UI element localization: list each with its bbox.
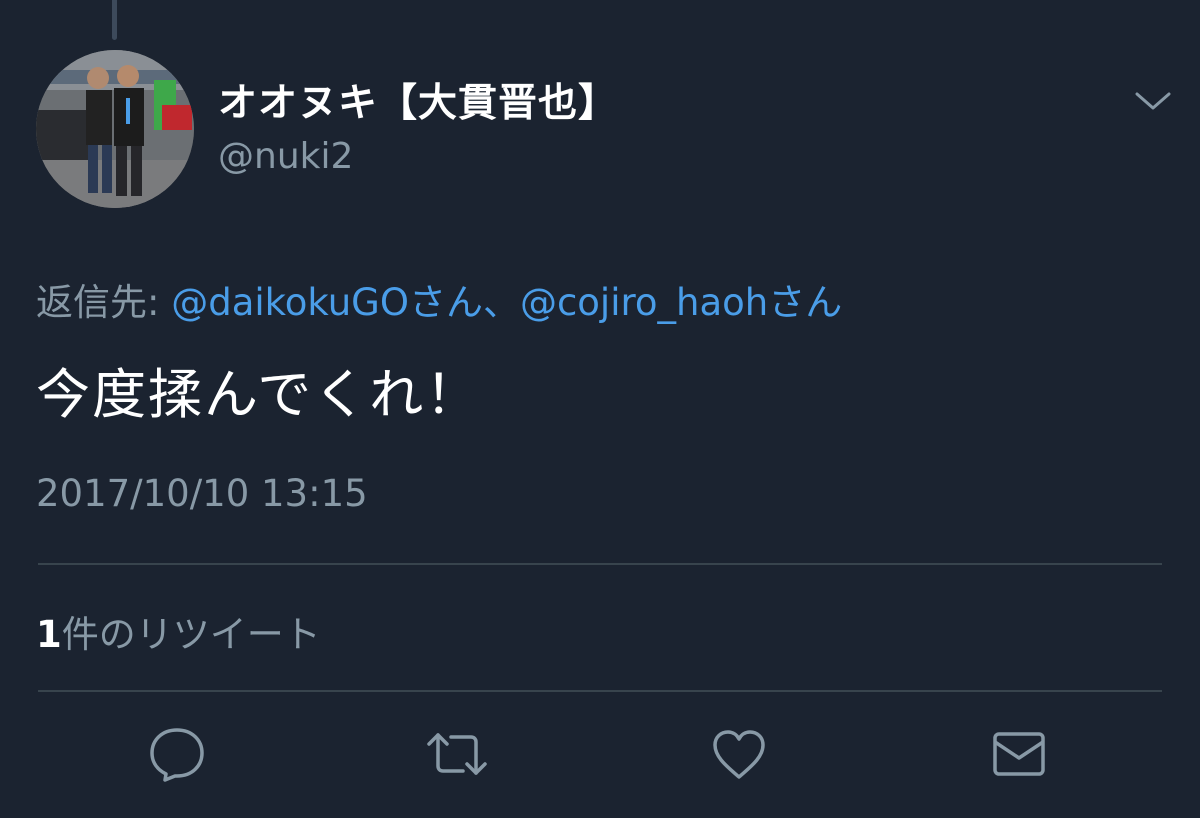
- tweet-timestamp[interactable]: 2017/10/10 13:15: [36, 472, 368, 515]
- reply-to-prefix: 返信先:: [36, 281, 172, 324]
- retweet-count: 1: [36, 613, 62, 656]
- avatar[interactable]: [36, 50, 194, 208]
- retweet-count-label: 件のリツイート: [61, 613, 321, 656]
- reply-button[interactable]: [145, 722, 209, 786]
- direct-message-button[interactable]: [987, 722, 1051, 786]
- divider: [38, 563, 1162, 565]
- chevron-down-icon[interactable]: [1133, 88, 1173, 114]
- retweet-count-link[interactable]: 1件のリツイート: [36, 604, 321, 658]
- mention-link[interactable]: @cojiro_haohさん: [520, 281, 842, 324]
- like-button[interactable]: [707, 722, 771, 786]
- retweet-arrows-icon: [427, 733, 487, 775]
- reply-to-line: 返信先: @daikokuGOさん、@cojiro_haohさん: [36, 272, 842, 326]
- speech-bubble-icon: [150, 728, 204, 782]
- author-display-name[interactable]: オオヌキ【大貫晋也】: [218, 72, 618, 128]
- tweet-text: 今度揉んでくれ！: [36, 363, 482, 426]
- envelope-icon: [993, 732, 1045, 776]
- retweet-button[interactable]: [425, 722, 489, 786]
- mention-link[interactable]: @daikokuGOさん: [171, 281, 483, 324]
- author-handle[interactable]: @nuki2: [218, 136, 353, 177]
- divider: [38, 690, 1162, 692]
- mention-separator: 、: [482, 281, 520, 324]
- thread-connector-line: [112, 0, 117, 40]
- heart-icon: [713, 730, 765, 779]
